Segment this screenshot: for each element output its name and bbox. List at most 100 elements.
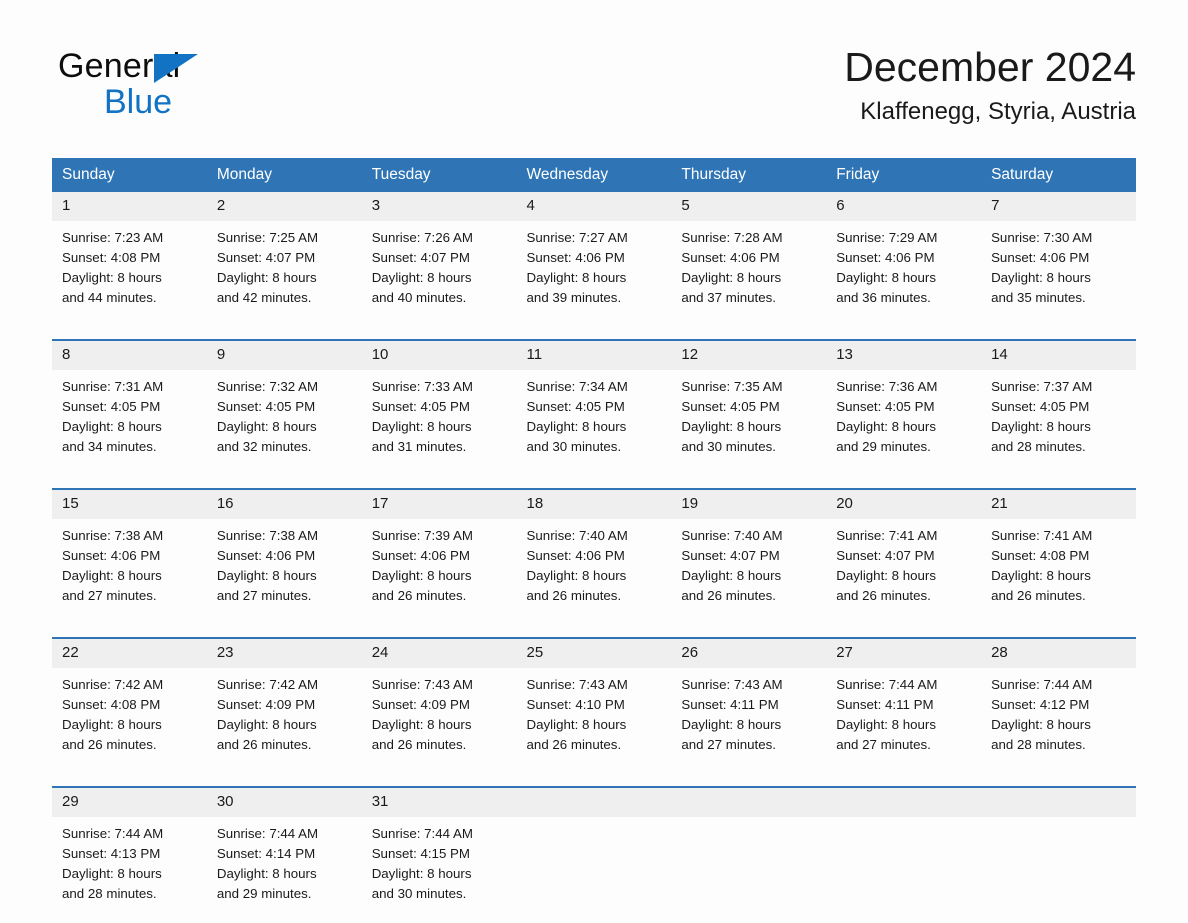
calendar-day-cell[interactable]: 2 Sunrise: 7:25 AM Sunset: 4:07 PM Daylight… bbox=[206, 192, 362, 327]
title-block: December 2024 Klaffenegg, Styria, Austri… bbox=[844, 42, 1136, 128]
daylight-text-line2: and 30 minutes. bbox=[371, 886, 467, 901]
weekday-header-friday: Friday bbox=[826, 158, 982, 192]
calendar-day-cell[interactable]: 10 Sunrise: 7:33 AM Sunset: 4:05 PM Dayligh… bbox=[361, 339, 517, 476]
daylight-text-line1: Daylight: 8 hours bbox=[62, 419, 162, 434]
daylight-text-line2: and 26 minutes. bbox=[991, 588, 1086, 603]
day-cell-inner: 5 Sunrise: 7:28 AM Sunset: 4:06 PM Daylight… bbox=[671, 192, 827, 327]
calendar-day-cell[interactable]: 6 Sunrise: 7:29 AM Sunset: 4:06 PM Daylight… bbox=[826, 192, 982, 327]
calendar-day-cell[interactable]: 13 Sunrise: 7:36 AM Sunset: 4:05 PM Dayligh… bbox=[826, 339, 982, 476]
calendar-day-cell[interactable]: 7 Sunrise: 7:30 AM Sunset: 4:06 PM Daylight… bbox=[981, 192, 1136, 327]
calendar-week-row: 8 Sunrise: 7:31 AM Sunset: 4:05 PM Daylight… bbox=[52, 339, 1136, 476]
sunrise-text: Sunrise: 7:30 AM bbox=[991, 230, 1093, 245]
daylight-text-line2: and 27 minutes. bbox=[836, 737, 931, 752]
day-cell-inner: 16 Sunrise: 7:38 AM Sunset: 4:06 PM Dayligh… bbox=[206, 490, 362, 625]
calendar-day-cell[interactable]: 25 Sunrise: 7:43 AM Sunset: 4:10 PM Dayligh… bbox=[516, 637, 672, 774]
week-spacer-cell bbox=[52, 327, 1136, 340]
calendar-day-cell[interactable]: 24 Sunrise: 7:43 AM Sunset: 4:09 PM Dayligh… bbox=[361, 637, 517, 774]
day-cell-inner: 14 Sunrise: 7:37 AM Sunset: 4:05 PM Dayligh… bbox=[981, 341, 1136, 476]
sunrise-text: Sunrise: 7:38 AM bbox=[62, 528, 164, 543]
day-details: Sunrise: 7:27 AM Sunset: 4:06 PM Daylight:… bbox=[517, 221, 672, 308]
sunrise-text: Sunrise: 7:44 AM bbox=[991, 677, 1093, 692]
day-details: Sunrise: 7:34 AM Sunset: 4:05 PM Daylight:… bbox=[517, 370, 672, 457]
calendar-day-cell[interactable]: 20 Sunrise: 7:41 AM Sunset: 4:07 PM Dayligh… bbox=[826, 488, 982, 625]
calendar-week-row: 1 Sunrise: 7:23 AM Sunset: 4:08 PM Daylight… bbox=[52, 192, 1136, 327]
day-details: Sunrise: 7:44 AM Sunset: 4:12 PM Daylight:… bbox=[981, 668, 1136, 755]
sunset-text: Sunset: 4:06 PM bbox=[62, 548, 161, 563]
daylight-text-line1: Daylight: 8 hours bbox=[216, 866, 317, 881]
daylight-text-line1: Daylight: 8 hours bbox=[62, 717, 162, 732]
calendar-day-cell[interactable]: 15 Sunrise: 7:38 AM Sunset: 4:06 PM Dayligh… bbox=[52, 488, 207, 625]
week-spacer bbox=[52, 625, 1136, 638]
calendar-day-cell[interactable]: 9 Sunrise: 7:32 AM Sunset: 4:05 PM Daylight… bbox=[206, 339, 362, 476]
calendar-day-cell[interactable]: 17 Sunrise: 7:39 AM Sunset: 4:06 PM Dayligh… bbox=[361, 488, 517, 625]
sunset-text: Sunset: 4:07 PM bbox=[836, 548, 935, 563]
calendar-day-cell[interactable]: 26 Sunrise: 7:43 AM Sunset: 4:11 PM Dayligh… bbox=[671, 637, 827, 774]
day-details: Sunrise: 7:44 AM Sunset: 4:15 PM Daylight:… bbox=[362, 817, 517, 904]
daylight-text-line2: and 26 minutes. bbox=[681, 588, 776, 603]
sunrise-text: Sunrise: 7:43 AM bbox=[681, 677, 783, 692]
daylight-text-line1: Daylight: 8 hours bbox=[62, 568, 162, 583]
day-number: 23 bbox=[206, 639, 362, 668]
day-number: 18 bbox=[516, 490, 672, 519]
sunrise-text: Sunrise: 7:35 AM bbox=[681, 379, 783, 394]
day-number: 14 bbox=[981, 341, 1136, 370]
day-number: 4 bbox=[516, 192, 672, 221]
day-cell-inner: 24 Sunrise: 7:43 AM Sunset: 4:09 PM Dayligh… bbox=[361, 639, 517, 774]
calendar-day-cell[interactable]: 19 Sunrise: 7:40 AM Sunset: 4:07 PM Dayligh… bbox=[671, 488, 827, 625]
calendar-day-cell[interactable]: 1 Sunrise: 7:23 AM Sunset: 4:08 PM Daylight… bbox=[52, 192, 207, 327]
daylight-text-line1: Daylight: 8 hours bbox=[216, 717, 317, 732]
calendar-day-cell[interactable]: 30 Sunrise: 7:44 AM Sunset: 4:14 PM Dayligh… bbox=[206, 786, 362, 923]
day-number: 24 bbox=[361, 639, 517, 668]
daylight-text-line2: and 26 minutes. bbox=[62, 737, 157, 752]
calendar-day-cell[interactable]: 16 Sunrise: 7:38 AM Sunset: 4:06 PM Dayligh… bbox=[206, 488, 362, 625]
sunset-text: Sunset: 4:05 PM bbox=[836, 399, 935, 414]
daylight-text-line2: and 26 minutes. bbox=[526, 588, 622, 603]
daylight-text-line2: and 40 minutes. bbox=[371, 290, 467, 305]
week-spacer bbox=[52, 774, 1136, 787]
daylight-text-line1: Daylight: 8 hours bbox=[836, 270, 936, 285]
day-cell-inner: 4 Sunrise: 7:27 AM Sunset: 4:06 PM Daylight… bbox=[516, 192, 672, 327]
calendar-day-cell[interactable]: 22 Sunrise: 7:42 AM Sunset: 4:08 PM Dayligh… bbox=[52, 637, 207, 774]
day-cell-inner: 23 Sunrise: 7:42 AM Sunset: 4:09 PM Dayligh… bbox=[206, 639, 362, 774]
day-cell-inner: 2 Sunrise: 7:25 AM Sunset: 4:07 PM Daylight… bbox=[206, 192, 362, 327]
sunset-text: Sunset: 4:12 PM bbox=[991, 697, 1090, 712]
day-cell-inner: 9 Sunrise: 7:32 AM Sunset: 4:05 PM Daylight… bbox=[206, 341, 362, 476]
sunrise-text: Sunrise: 7:41 AM bbox=[836, 528, 938, 543]
daylight-text-line1: Daylight: 8 hours bbox=[991, 270, 1091, 285]
daylight-text-line1: Daylight: 8 hours bbox=[836, 419, 936, 434]
day-number: 30 bbox=[206, 788, 362, 817]
daylight-text-line1: Daylight: 8 hours bbox=[836, 717, 936, 732]
calendar-day-cell bbox=[826, 786, 982, 923]
calendar-day-cell[interactable]: 4 Sunrise: 7:27 AM Sunset: 4:06 PM Daylight… bbox=[516, 192, 672, 327]
sunset-text: Sunset: 4:07 PM bbox=[216, 250, 316, 265]
sunrise-text: Sunrise: 7:40 AM bbox=[526, 528, 628, 543]
calendar-day-cell[interactable]: 14 Sunrise: 7:37 AM Sunset: 4:05 PM Dayligh… bbox=[981, 339, 1136, 476]
calendar-day-cell[interactable]: 5 Sunrise: 7:28 AM Sunset: 4:06 PM Daylight… bbox=[671, 192, 827, 327]
calendar-day-cell[interactable]: 31 Sunrise: 7:44 AM Sunset: 4:15 PM Dayligh… bbox=[361, 786, 517, 923]
calendar-day-cell[interactable]: 27 Sunrise: 7:44 AM Sunset: 4:11 PM Dayligh… bbox=[826, 637, 982, 774]
daylight-text-line1: Daylight: 8 hours bbox=[526, 717, 627, 732]
day-cell-inner: 12 Sunrise: 7:35 AM Sunset: 4:05 PM Dayligh… bbox=[671, 341, 827, 476]
calendar-day-cell[interactable]: 28 Sunrise: 7:44 AM Sunset: 4:12 PM Dayligh… bbox=[981, 637, 1136, 774]
brand-triangle-icon bbox=[154, 54, 198, 83]
calendar-day-cell[interactable]: 23 Sunrise: 7:42 AM Sunset: 4:09 PM Dayligh… bbox=[206, 637, 362, 774]
sunset-text: Sunset: 4:07 PM bbox=[681, 548, 780, 563]
calendar-day-cell[interactable]: 8 Sunrise: 7:31 AM Sunset: 4:05 PM Daylight… bbox=[52, 339, 207, 476]
weekday-header-thursday: Thursday bbox=[671, 158, 827, 192]
calendar-day-cell[interactable]: 3 Sunrise: 7:26 AM Sunset: 4:07 PM Daylight… bbox=[361, 192, 517, 327]
sunrise-text: Sunrise: 7:27 AM bbox=[526, 230, 628, 245]
day-number: 9 bbox=[206, 341, 362, 370]
day-number bbox=[981, 788, 1136, 817]
sunrise-text: Sunrise: 7:23 AM bbox=[62, 230, 164, 245]
calendar-day-cell[interactable]: 21 Sunrise: 7:41 AM Sunset: 4:08 PM Dayligh… bbox=[981, 488, 1136, 625]
generalblue-logo[interactable]: General Blue bbox=[58, 48, 288, 120]
calendar-day-cell bbox=[516, 786, 672, 923]
calendar-day-cell[interactable]: 18 Sunrise: 7:40 AM Sunset: 4:06 PM Dayligh… bbox=[516, 488, 672, 625]
day-details: Sunrise: 7:26 AM Sunset: 4:07 PM Daylight:… bbox=[362, 221, 517, 308]
calendar-day-cell[interactable]: 12 Sunrise: 7:35 AM Sunset: 4:05 PM Dayligh… bbox=[671, 339, 827, 476]
calendar-day-cell[interactable]: 11 Sunrise: 7:34 AM Sunset: 4:05 PM Dayligh… bbox=[516, 339, 672, 476]
sunrise-text: Sunrise: 7:38 AM bbox=[216, 528, 319, 543]
daylight-text-line2: and 28 minutes. bbox=[991, 737, 1086, 752]
calendar-day-cell[interactable]: 29 Sunrise: 7:44 AM Sunset: 4:13 PM Dayligh… bbox=[52, 786, 207, 923]
day-details: Sunrise: 7:28 AM Sunset: 4:06 PM Daylight:… bbox=[671, 221, 826, 308]
